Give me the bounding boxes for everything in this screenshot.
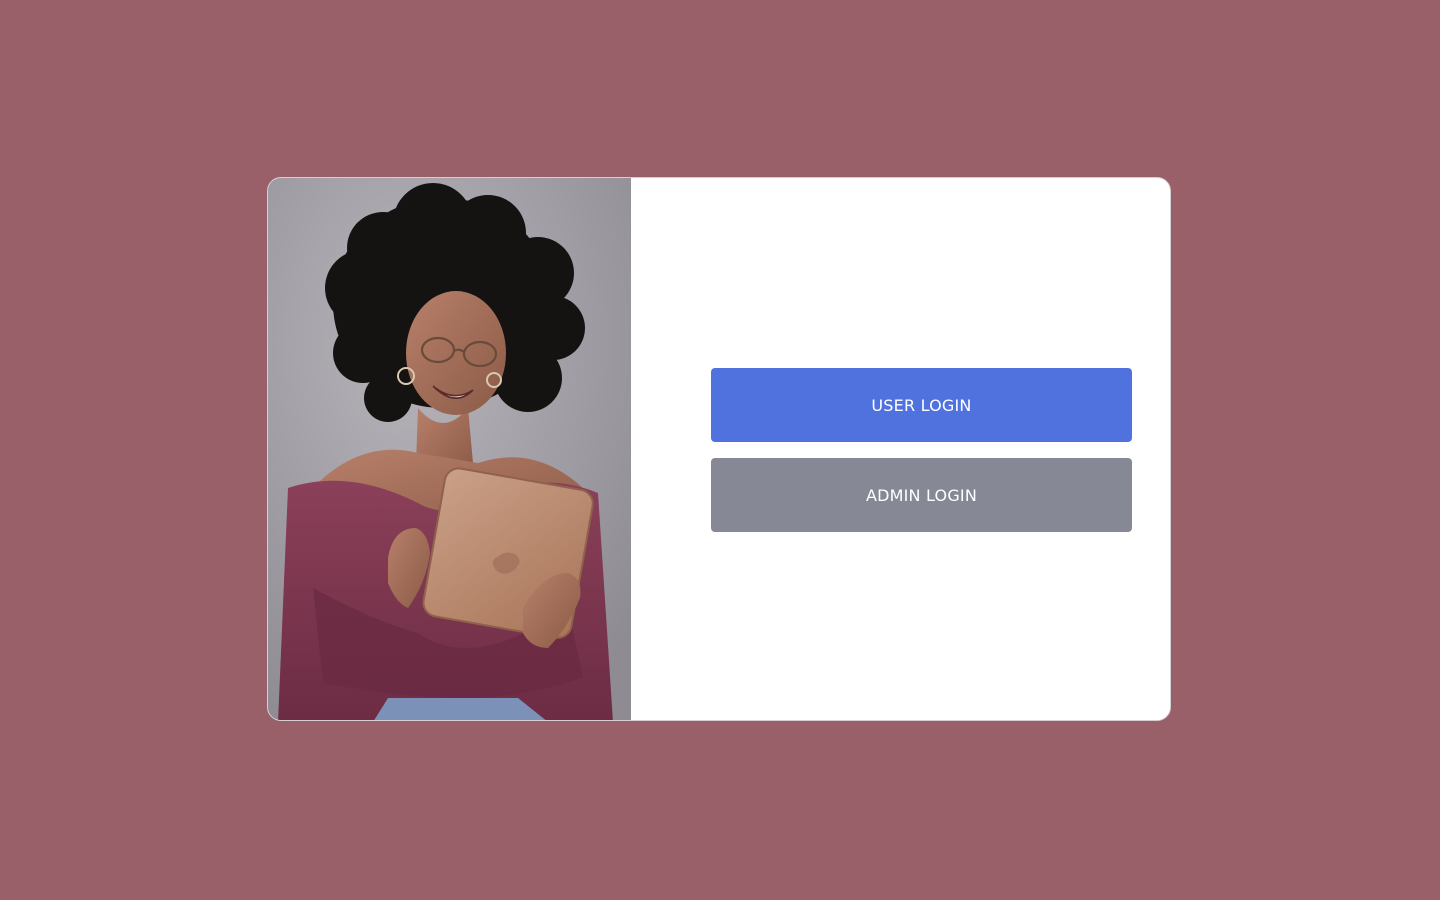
jeans — [374, 698, 546, 720]
woman-with-tablet-illustration — [268, 178, 631, 720]
hero-photo — [268, 178, 631, 720]
user-login-button[interactable]: USER LOGIN — [711, 368, 1132, 442]
login-card: USER LOGIN ADMIN LOGIN — [267, 177, 1171, 721]
admin-login-button[interactable]: ADMIN LOGIN — [711, 458, 1132, 532]
